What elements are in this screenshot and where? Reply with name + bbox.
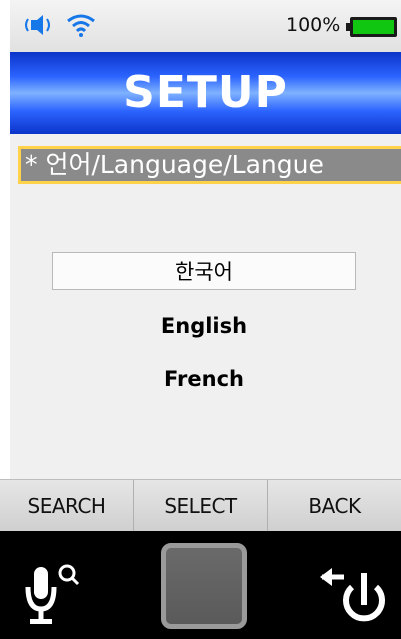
search-softkey[interactable]: SEARCH bbox=[0, 480, 134, 532]
language-option-french[interactable]: French bbox=[52, 360, 356, 398]
microphone-search-icon[interactable] bbox=[24, 559, 84, 631]
sound-icon bbox=[25, 15, 50, 35]
language-option-korean[interactable]: 한국어 bbox=[52, 252, 356, 290]
battery-percentage: 100% bbox=[286, 14, 341, 36]
language-options-list: 한국어 English French bbox=[10, 134, 401, 479]
hardware-button-bar bbox=[0, 531, 401, 639]
back-power-icon[interactable] bbox=[318, 561, 390, 631]
select-softkey[interactable]: SELECT bbox=[134, 480, 268, 532]
status-bar: 100% bbox=[10, 0, 401, 53]
battery-icon bbox=[346, 17, 397, 37]
page-title: SETUP bbox=[123, 67, 288, 118]
device-screen: 100% SETUP * 언어/Language/Langue 한국어 Engl… bbox=[0, 0, 401, 639]
language-option-english[interactable]: English bbox=[52, 307, 356, 345]
softkey-bar: SEARCH SELECT BACK bbox=[0, 479, 401, 532]
header-bar: SETUP bbox=[10, 52, 401, 134]
wifi-icon bbox=[67, 14, 95, 37]
home-button[interactable] bbox=[161, 543, 247, 629]
settings-panel: * 언어/Language/Langue 한국어 English French bbox=[10, 134, 401, 479]
back-softkey[interactable]: BACK bbox=[268, 480, 401, 532]
